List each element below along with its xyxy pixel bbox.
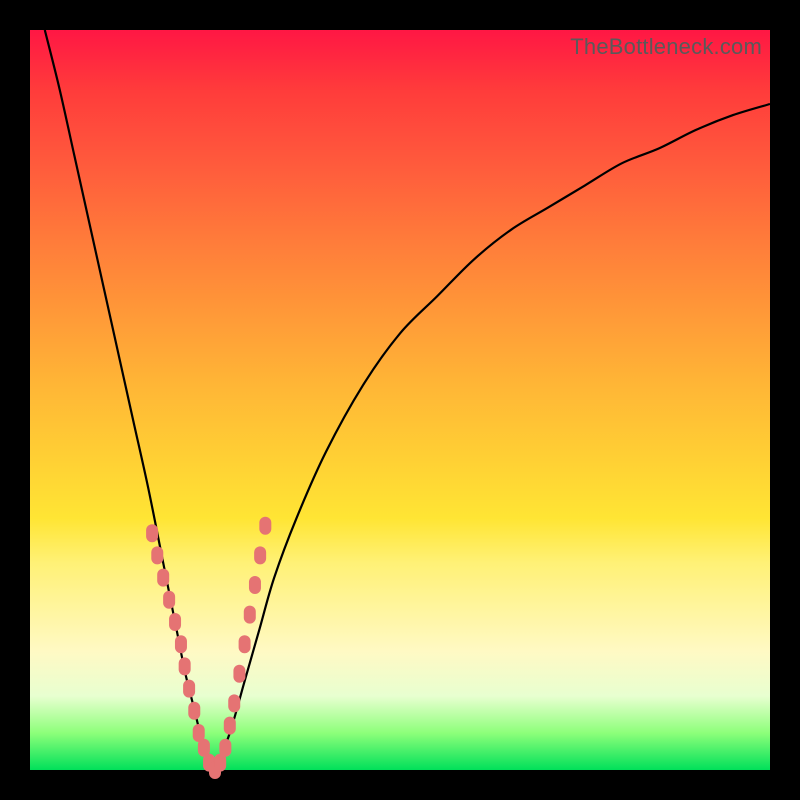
marker-point	[169, 613, 181, 631]
marker-point	[244, 606, 256, 624]
marker-point	[249, 576, 261, 594]
marker-point	[219, 739, 231, 757]
marker-point	[163, 591, 175, 609]
marker-point	[157, 569, 169, 587]
marker-point	[228, 694, 240, 712]
marker-point	[179, 657, 191, 675]
chart-plot-area: TheBottleneck.com	[30, 30, 770, 770]
marker-point	[259, 517, 271, 535]
marker-point	[233, 665, 245, 683]
marker-point	[151, 546, 163, 564]
marker-point	[175, 635, 187, 653]
bottleneck-curve-chart	[30, 30, 770, 770]
marker-point	[146, 524, 158, 542]
watermark-text: TheBottleneck.com	[570, 34, 762, 60]
marker-point	[254, 546, 266, 564]
curve-left-branch	[45, 30, 215, 770]
marker-point	[188, 702, 200, 720]
marker-point	[224, 717, 236, 735]
marker-point	[183, 680, 195, 698]
marker-group	[146, 517, 271, 779]
curve-right-branch	[215, 104, 770, 770]
marker-point	[239, 635, 251, 653]
